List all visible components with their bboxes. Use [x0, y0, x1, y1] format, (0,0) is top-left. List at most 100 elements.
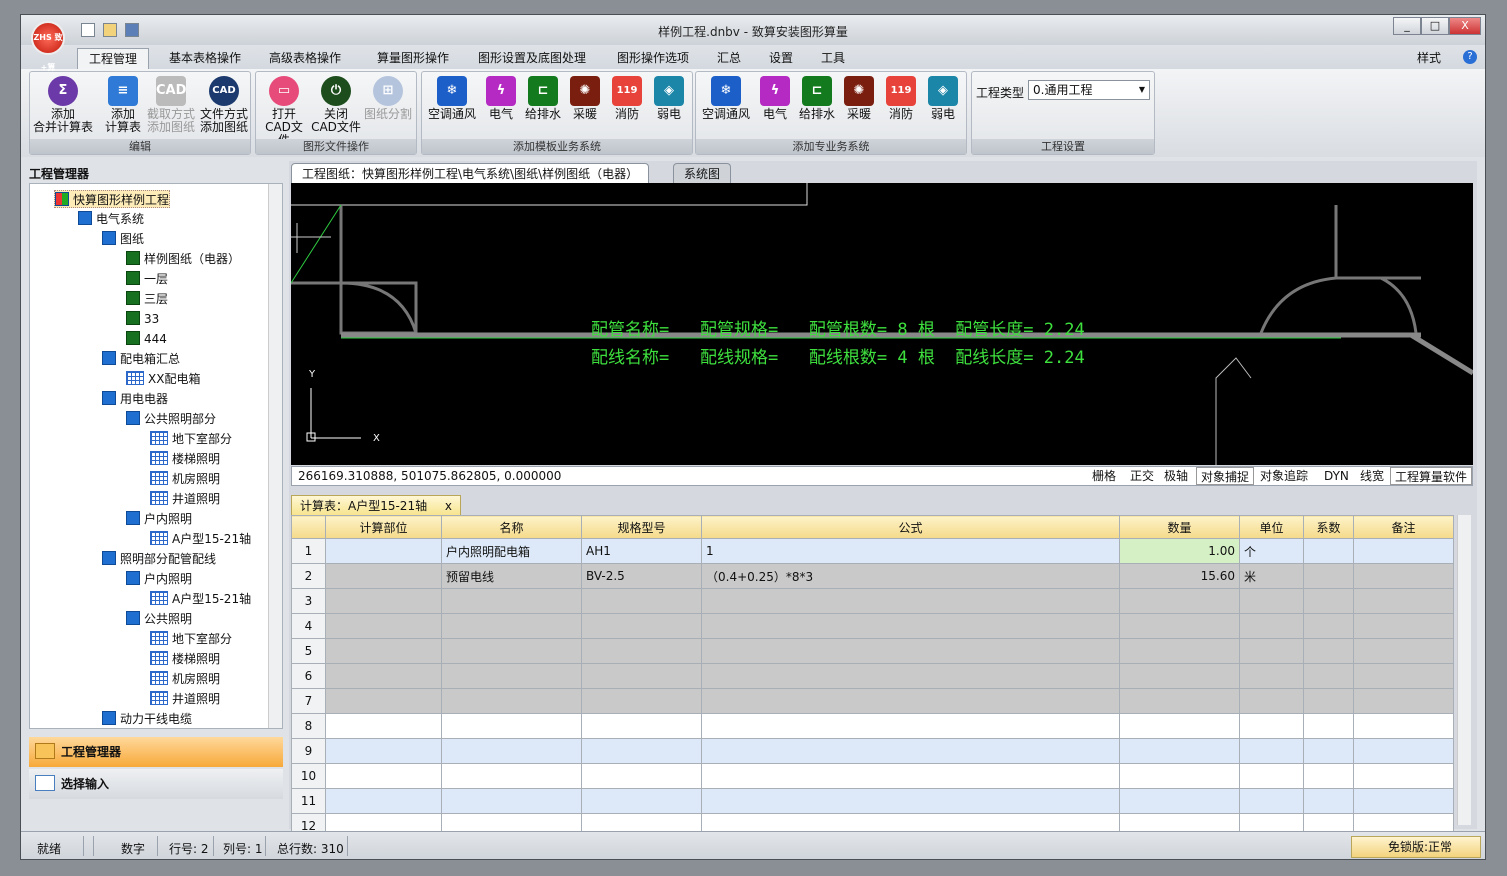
tpl-electric-button[interactable]: ϟ 电气	[480, 76, 522, 121]
tree-node[interactable]: A户型15-21轴	[150, 530, 251, 548]
close-button[interactable]: X	[1449, 17, 1481, 35]
table-row[interactable]: 4	[291, 613, 1454, 639]
column-header[interactable]: 单位	[1239, 515, 1304, 539]
tree-node[interactable]: 机房照明	[150, 470, 220, 488]
tree-node[interactable]: 用电电器	[102, 390, 168, 408]
tree-node[interactable]: XX配电箱	[126, 370, 200, 388]
table-cell[interactable]	[1303, 538, 1354, 564]
column-header[interactable]: 规格型号	[581, 515, 702, 539]
close-cad-button[interactable]: ⏻ 关闭 CAD文件	[310, 76, 362, 134]
table-cell[interactable]	[581, 738, 702, 764]
table-cell[interactable]	[1353, 738, 1454, 764]
table-cell[interactable]	[581, 688, 702, 714]
table-cell[interactable]	[1119, 613, 1240, 639]
tpl-hvac-button[interactable]: ❄ 空调通风	[424, 76, 480, 121]
table-cell[interactable]	[581, 788, 702, 814]
tree-node[interactable]: 地下室部分	[150, 430, 232, 448]
table-cell[interactable]	[441, 713, 582, 739]
table-cell[interactable]	[1119, 638, 1240, 664]
column-header[interactable]: 备注	[1353, 515, 1454, 539]
table-cell[interactable]	[701, 713, 1120, 739]
table-cell[interactable]	[1353, 538, 1454, 564]
column-header[interactable]: 名称	[441, 515, 582, 539]
otrack-toggle[interactable]: 对象追踪	[1256, 467, 1312, 485]
column-header[interactable]: 数量	[1119, 515, 1240, 539]
table-cell[interactable]	[1119, 688, 1240, 714]
table-row[interactable]: 11	[291, 788, 1454, 814]
table-cell[interactable]	[701, 663, 1120, 689]
table-cell[interactable]	[1303, 563, 1354, 589]
tree-node[interactable]: 井道照明	[150, 490, 220, 508]
file-drawing-button[interactable]: CAD 文件方式 添加图纸	[198, 76, 250, 134]
table-cell[interactable]	[701, 613, 1120, 639]
table-cell[interactable]	[701, 588, 1120, 614]
table-cell[interactable]: 户内照明配电箱	[441, 538, 582, 564]
table-cell[interactable]	[325, 588, 442, 614]
column-header[interactable]	[291, 515, 326, 539]
tree-node[interactable]: 地下室部分	[150, 630, 232, 648]
table-cell[interactable]	[1239, 663, 1304, 689]
table-cell[interactable]	[1353, 638, 1454, 664]
table-cell[interactable]	[581, 663, 702, 689]
table-row[interactable]: 10	[291, 763, 1454, 789]
table-cell[interactable]	[581, 763, 702, 789]
table-row[interactable]: 5	[291, 638, 1454, 664]
table-cell[interactable]	[701, 638, 1120, 664]
select-input-button[interactable]: 选择输入	[29, 769, 283, 799]
table-cell[interactable]: 个	[1239, 538, 1304, 564]
tree-node[interactable]: 户内照明	[126, 510, 192, 528]
pro-heating-button[interactable]: ✺ 采暖	[838, 76, 880, 121]
osnap-toggle[interactable]: 对象捕捉	[1196, 467, 1255, 485]
tree-node[interactable]: 快算图形样例工程	[54, 190, 171, 208]
open-cad-button[interactable]: ▭打开CAD文件	[260, 76, 308, 147]
table-cell[interactable]	[325, 713, 442, 739]
pro-hvac-button[interactable]: ❄ 空调通风	[698, 76, 754, 121]
project-type-select[interactable]: 0.通用工程 ▼	[1028, 80, 1150, 100]
table-cell[interactable]	[1119, 663, 1240, 689]
tpl-plumbing-button[interactable]: ⊏ 给排水	[522, 76, 564, 121]
software-toggle[interactable]: 工程算量软件	[1390, 467, 1472, 485]
table-cell[interactable]	[1119, 788, 1240, 814]
table-cell[interactable]	[1353, 763, 1454, 789]
table-cell[interactable]: BV-2.5	[581, 563, 702, 589]
style-menu[interactable]: 样式	[1409, 48, 1449, 69]
tab-basic-table[interactable]: 基本表格操作	[157, 48, 253, 69]
tab-calc-table[interactable]: 计算表：A户型15-21轴 x	[291, 495, 462, 515]
grid-toggle[interactable]: 栅格	[1088, 467, 1120, 485]
table-cell[interactable]	[441, 588, 582, 614]
table-cell[interactable]	[1239, 788, 1304, 814]
table-cell[interactable]	[1239, 688, 1304, 714]
tpl-heating-button[interactable]: ✺ 采暖	[564, 76, 606, 121]
ortho-toggle[interactable]: 正交	[1126, 467, 1158, 485]
tree-node[interactable]: 33	[126, 310, 159, 328]
table-cell[interactable]	[581, 588, 702, 614]
table-cell[interactable]	[325, 563, 442, 589]
table-cell[interactable]	[325, 788, 442, 814]
table-row[interactable]: 9	[291, 738, 1454, 764]
table-row[interactable]: 1 户内照明配电箱 AH1 1 1.00 个	[291, 538, 1454, 564]
table-cell[interactable]	[325, 663, 442, 689]
table-cell[interactable]: 1.00	[1119, 538, 1240, 564]
table-row[interactable]: 8	[291, 713, 1454, 739]
table-cell[interactable]	[1303, 788, 1354, 814]
table-cell[interactable]	[325, 738, 442, 764]
tab-settings[interactable]: 设置	[759, 48, 803, 69]
column-header[interactable]: 公式	[701, 515, 1120, 539]
tab-system-diagram[interactable]: 系统图	[673, 163, 732, 183]
table-row[interactable]: 7	[291, 688, 1454, 714]
pro-plumbing-button[interactable]: ⊏ 给排水	[796, 76, 838, 121]
tab-graphic-options[interactable]: 图形操作选项	[605, 48, 701, 69]
tpl-weak-button[interactable]: ◈ 弱电	[648, 76, 690, 121]
table-cell[interactable]	[441, 663, 582, 689]
pro-fire-button[interactable]: 119 消防	[880, 76, 922, 121]
table-cell[interactable]	[1303, 613, 1354, 639]
tree-node[interactable]: 一层	[126, 270, 168, 288]
pro-weak-button[interactable]: ◈ 弱电	[922, 76, 964, 121]
table-cell[interactable]: AH1	[581, 538, 702, 564]
tree-node[interactable]: 三层	[126, 290, 168, 308]
table-cell[interactable]	[581, 713, 702, 739]
table-cell[interactable]	[441, 638, 582, 664]
app-logo[interactable]: ZHS 致+算	[31, 21, 65, 72]
table-cell[interactable]	[1353, 613, 1454, 639]
minimize-button[interactable]: _	[1393, 17, 1421, 35]
